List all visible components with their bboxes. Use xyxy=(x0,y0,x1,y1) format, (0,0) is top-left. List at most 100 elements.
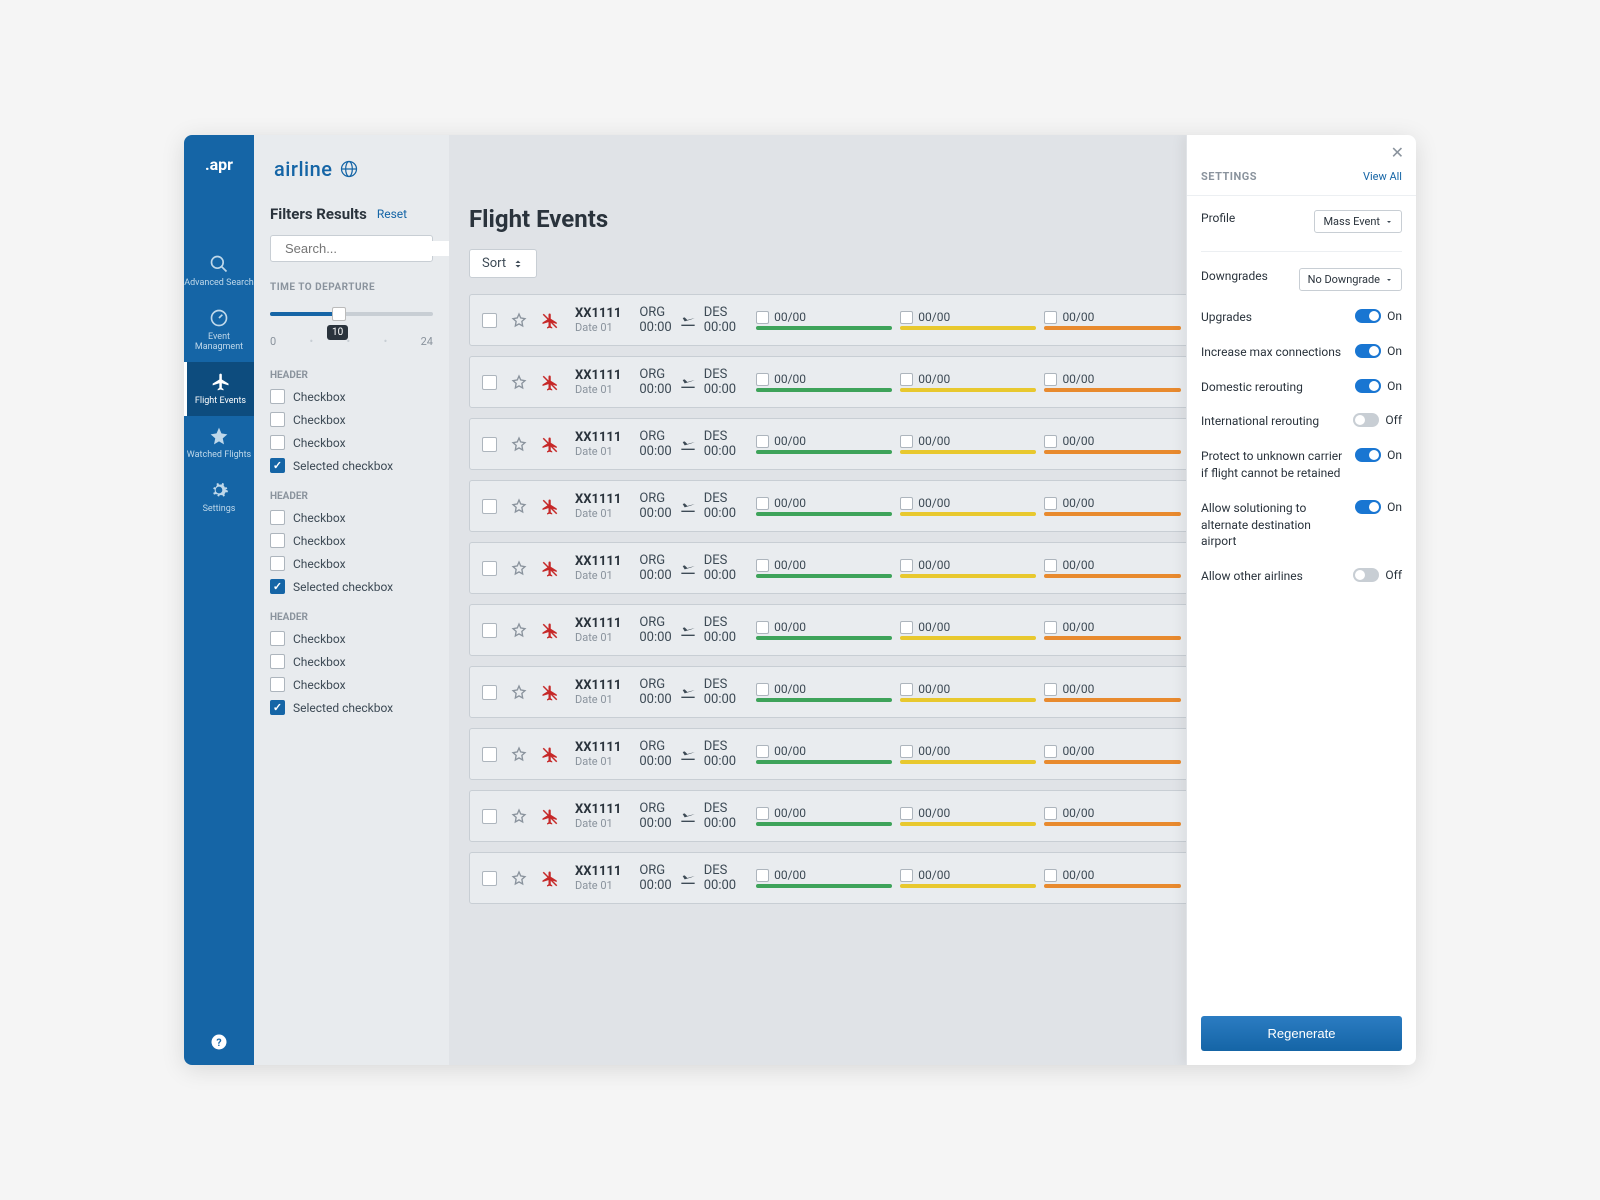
status-checkbox[interactable] xyxy=(900,807,913,820)
status-checkbox[interactable] xyxy=(1044,621,1057,634)
filter-checkbox[interactable]: Checkbox xyxy=(270,556,433,571)
status-checkbox[interactable] xyxy=(1044,559,1057,572)
view-all-link[interactable]: View All xyxy=(1363,170,1402,183)
filter-checkbox[interactable]: Selected checkbox xyxy=(270,458,433,473)
status-checkbox[interactable] xyxy=(1044,683,1057,696)
toggle-switch[interactable] xyxy=(1355,500,1381,514)
toggle-switch[interactable] xyxy=(1355,344,1381,358)
dest-time: 00:00 xyxy=(704,444,736,459)
status-checkbox[interactable] xyxy=(756,621,769,634)
status-checkbox[interactable] xyxy=(756,373,769,386)
filter-checkbox[interactable]: Selected checkbox xyxy=(270,579,433,594)
status-checkbox[interactable] xyxy=(756,311,769,324)
toggle-switch[interactable] xyxy=(1355,309,1381,323)
star-icon[interactable] xyxy=(511,560,527,576)
toggle-switch[interactable] xyxy=(1353,413,1379,427)
row-checkbox[interactable] xyxy=(482,623,497,638)
flight-number: XX1111 xyxy=(575,492,621,507)
row-checkbox[interactable] xyxy=(482,809,497,824)
nav-settings[interactable]: Settings xyxy=(184,470,254,524)
status-checkbox[interactable] xyxy=(900,745,913,758)
status-checkbox[interactable] xyxy=(1044,497,1057,510)
regenerate-button[interactable]: Regenerate xyxy=(1201,1016,1402,1051)
sort-button[interactable]: Sort xyxy=(469,249,537,278)
star-icon[interactable] xyxy=(511,374,527,390)
toggle-switch[interactable] xyxy=(1355,448,1381,462)
status-checkbox[interactable] xyxy=(900,373,913,386)
dest-time: 00:00 xyxy=(704,754,736,769)
status-value: 00/00 xyxy=(1062,620,1094,634)
star-icon[interactable] xyxy=(511,684,527,700)
status-checkbox[interactable] xyxy=(900,869,913,882)
status-checkbox[interactable] xyxy=(900,683,913,696)
time-slider[interactable]: 10 xyxy=(270,303,433,327)
row-checkbox[interactable] xyxy=(482,375,497,390)
row-checkbox[interactable] xyxy=(482,313,497,328)
plane-cancel-icon xyxy=(541,744,559,765)
status-checkbox[interactable] xyxy=(756,497,769,510)
row-checkbox[interactable] xyxy=(482,685,497,700)
status-checkbox[interactable] xyxy=(1044,435,1057,448)
nav-event-management[interactable]: Event Managment xyxy=(184,298,254,362)
nav-advanced-search[interactable]: Advanced Search xyxy=(184,244,254,298)
status-checkbox[interactable] xyxy=(756,807,769,820)
nav-flight-events[interactable]: Flight Events xyxy=(184,362,254,416)
takeoff-icon xyxy=(680,436,696,452)
status-checkbox[interactable] xyxy=(756,559,769,572)
toggle-switch[interactable] xyxy=(1353,568,1379,582)
row-checkbox[interactable] xyxy=(482,499,497,514)
star-icon[interactable] xyxy=(511,808,527,824)
status-checkbox[interactable] xyxy=(756,869,769,882)
slider-min: 0 xyxy=(270,335,276,348)
help-button[interactable]: ? xyxy=(210,1031,228,1051)
close-icon[interactable]: ✕ xyxy=(1391,143,1404,162)
status-checkbox[interactable] xyxy=(900,621,913,634)
status-checkbox[interactable] xyxy=(1044,311,1057,324)
status-checkbox[interactable] xyxy=(756,745,769,758)
route: ORG00:00 DES00:00 xyxy=(639,677,736,707)
status-checkbox[interactable] xyxy=(1044,373,1057,386)
filters-reset[interactable]: Reset xyxy=(377,207,407,221)
toggle-switch[interactable] xyxy=(1355,379,1381,393)
status-checkbox[interactable] xyxy=(756,683,769,696)
row-checkbox[interactable] xyxy=(482,561,497,576)
origin-code: ORG xyxy=(639,429,671,444)
star-icon[interactable] xyxy=(511,746,527,762)
origin-time: 00:00 xyxy=(639,444,671,459)
status-checkbox[interactable] xyxy=(1044,745,1057,758)
star-icon[interactable] xyxy=(511,498,527,514)
star-icon[interactable] xyxy=(511,312,527,328)
plane-icon xyxy=(211,372,231,392)
filter-checkbox[interactable]: Checkbox xyxy=(270,631,433,646)
row-checkbox[interactable] xyxy=(482,871,497,886)
profile-select[interactable]: Mass Event xyxy=(1314,210,1402,233)
star-icon[interactable] xyxy=(511,622,527,638)
filter-checkbox[interactable]: Checkbox xyxy=(270,533,433,548)
status-checkbox[interactable] xyxy=(900,435,913,448)
toggle-label: Allow other airlines xyxy=(1201,568,1353,585)
row-checkbox[interactable] xyxy=(482,747,497,762)
star-icon[interactable] xyxy=(511,436,527,452)
filter-checkbox[interactable]: Checkbox xyxy=(270,654,433,669)
filter-checkbox[interactable]: Checkbox xyxy=(270,412,433,427)
filter-checkbox[interactable]: Checkbox xyxy=(270,435,433,450)
status-checkbox[interactable] xyxy=(756,435,769,448)
star-icon[interactable] xyxy=(511,870,527,886)
status-checkbox[interactable] xyxy=(900,311,913,324)
row-checkbox[interactable] xyxy=(482,437,497,452)
filter-checkbox[interactable]: Checkbox xyxy=(270,510,433,525)
status-checkbox[interactable] xyxy=(900,559,913,572)
filter-checkbox[interactable]: Checkbox xyxy=(270,389,433,404)
downgrades-select[interactable]: No Downgrade xyxy=(1299,268,1402,291)
search-input[interactable] xyxy=(285,241,449,256)
nav-label: Flight Events xyxy=(195,396,246,406)
slider-thumb[interactable] xyxy=(332,307,346,321)
filter-checkbox[interactable]: Selected checkbox xyxy=(270,700,433,715)
status-value: 00/00 xyxy=(774,620,806,634)
filter-checkbox[interactable]: Checkbox xyxy=(270,677,433,692)
nav-watched-flights[interactable]: Watched Flights xyxy=(184,416,254,470)
status-checkbox[interactable] xyxy=(900,497,913,510)
flight-identifier: XX1111 Date 01 xyxy=(575,430,621,458)
status-checkbox[interactable] xyxy=(1044,807,1057,820)
status-checkbox[interactable] xyxy=(1044,869,1057,882)
